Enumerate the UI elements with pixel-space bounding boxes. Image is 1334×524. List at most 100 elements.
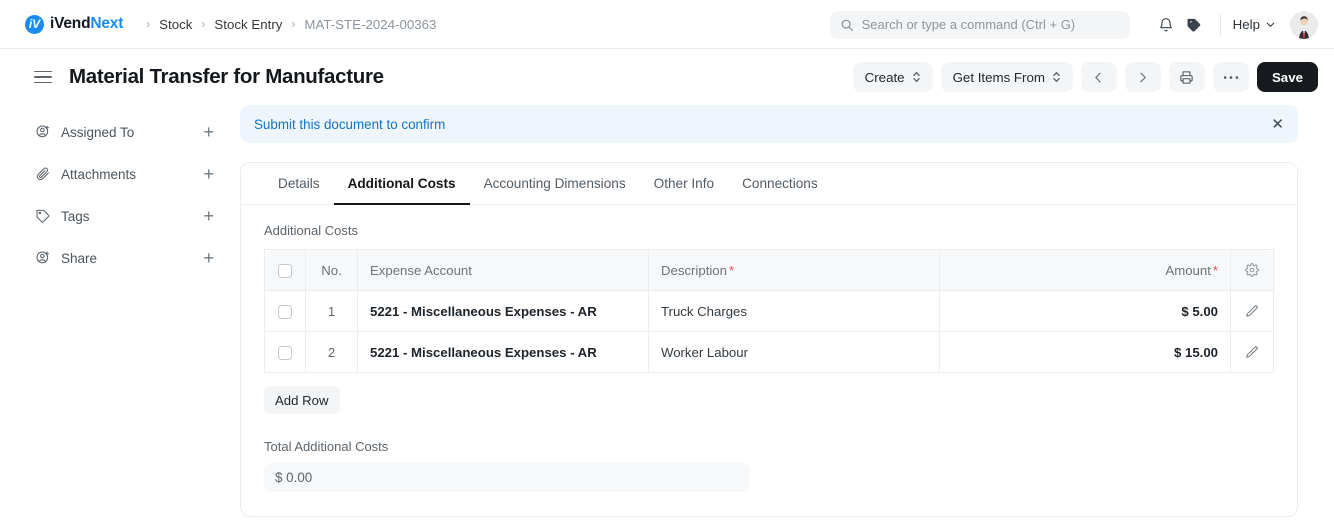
- tab-accounting-dimensions[interactable]: Accounting Dimensions: [470, 163, 640, 205]
- row-number: 1: [305, 290, 358, 332]
- bell-icon: [1158, 17, 1174, 33]
- row-number: 2: [305, 331, 358, 373]
- user-plus-icon: [34, 124, 51, 140]
- global-search[interactable]: [829, 10, 1130, 39]
- get-items-from-button[interactable]: Get Items From: [940, 62, 1073, 92]
- help-menu[interactable]: Help: [1233, 17, 1276, 32]
- cell-expense-account[interactable]: 5221 - Miscellaneous Expenses - AR: [357, 331, 649, 373]
- sidebar-item-tags[interactable]: Tags +: [34, 195, 214, 237]
- save-button[interactable]: Save: [1256, 62, 1318, 92]
- alert-message: Submit this document to confirm: [254, 116, 446, 132]
- avatar[interactable]: [1290, 10, 1318, 39]
- tag-icon: [34, 208, 51, 224]
- total-additional-costs-input[interactable]: [264, 463, 750, 492]
- tab-connections[interactable]: Connections: [728, 163, 832, 205]
- close-icon[interactable]: ✕: [1271, 117, 1284, 132]
- add-share-button[interactable]: +: [203, 249, 214, 267]
- chevron-down-icon: [1265, 19, 1276, 30]
- form-tabs: Details Additional Costs Accounting Dime…: [241, 163, 1297, 205]
- page-body: Assigned To + Attachments + Tags + Share…: [0, 105, 1334, 517]
- column-header-description: Description *: [648, 249, 940, 291]
- gear-icon[interactable]: [1231, 263, 1273, 277]
- sidebar-item-share[interactable]: Share +: [34, 237, 214, 279]
- breadcrumb-separator-2: ›: [201, 17, 206, 31]
- create-button-label: Create: [864, 69, 905, 85]
- sidebar-item-assigned-to[interactable]: Assigned To +: [34, 111, 214, 153]
- add-attachment-button[interactable]: +: [203, 165, 214, 183]
- tag-icon: [1186, 17, 1202, 33]
- table-header: No. Expense Account Description * Amount *: [264, 249, 1274, 291]
- table-row[interactable]: 1 5221 - Miscellaneous Expenses - AR Tru…: [264, 290, 1274, 332]
- sidebar-item-label: Assigned To: [61, 124, 135, 140]
- pencil-icon[interactable]: [1231, 304, 1273, 318]
- row-select-cell[interactable]: [264, 331, 306, 373]
- paperclip-icon: [34, 166, 51, 182]
- help-label: Help: [1232, 17, 1260, 32]
- notifications-button[interactable]: [1152, 11, 1180, 39]
- updown-icon: [1052, 70, 1061, 84]
- sidebar-item-label: Tags: [61, 208, 90, 224]
- navbar-right-group: Help: [829, 0, 1318, 49]
- add-assigned-to-button[interactable]: +: [203, 123, 214, 141]
- cell-amount[interactable]: $ 15.00: [939, 331, 1231, 373]
- user-plus-icon: [34, 250, 51, 266]
- additional-costs-heading: Additional Costs: [264, 223, 358, 238]
- row-edit-cell[interactable]: [1230, 331, 1274, 373]
- column-header-amount: Amount *: [939, 249, 1231, 291]
- breadcrumb-separator-3: ›: [291, 17, 296, 31]
- row-checkbox[interactable]: [278, 345, 292, 360]
- print-button[interactable]: [1168, 62, 1205, 92]
- table-header-row: No. Expense Account Description * Amount *: [264, 249, 1274, 291]
- row-select-cell[interactable]: [264, 290, 306, 332]
- required-marker: *: [728, 262, 735, 278]
- breadcrumb-item-document-id: MAT-STE-2024-00363: [304, 16, 437, 32]
- sidebar-item-label: Share: [61, 250, 98, 266]
- page-title: Material Transfer for Manufacture: [69, 65, 384, 88]
- tab-details[interactable]: Details: [264, 163, 334, 205]
- user-avatar-icon: [1290, 10, 1318, 39]
- tab-other-info[interactable]: Other Info: [640, 163, 728, 205]
- breadcrumb-item-stock[interactable]: Stock: [159, 15, 192, 34]
- row-checkbox[interactable]: [278, 304, 292, 319]
- previous-document-button[interactable]: [1080, 62, 1117, 92]
- select-all-checkbox[interactable]: [278, 263, 292, 278]
- breadcrumb: › Stock › Stock Entry › MAT-STE-2024-003…: [137, 15, 436, 34]
- sidebar-item-attachments[interactable]: Attachments +: [34, 153, 214, 195]
- chevron-left-icon: [1092, 71, 1105, 84]
- more-options-button[interactable]: [1212, 62, 1249, 92]
- table-row[interactable]: 2 5221 - Miscellaneous Expenses - AR Wor…: [264, 331, 1274, 373]
- breadcrumb-item-stock-entry[interactable]: Stock Entry: [214, 15, 282, 34]
- column-header-description-label: Description: [661, 262, 727, 278]
- chevron-right-icon: [1136, 71, 1149, 84]
- get-items-from-label: Get Items From: [952, 69, 1045, 85]
- brand-name-part2: Next: [90, 15, 124, 32]
- column-header-amount-label: Amount: [1165, 262, 1211, 278]
- ivendnext-logo-icon: iV: [25, 14, 44, 34]
- required-marker: *: [1212, 262, 1218, 278]
- ellipsis-icon: [1223, 75, 1239, 80]
- tab-additional-costs[interactable]: Additional Costs: [333, 163, 470, 205]
- breadcrumb-separator-1: ›: [146, 17, 151, 31]
- search-input[interactable]: [861, 17, 1120, 32]
- hamburger-icon[interactable]: [34, 70, 52, 84]
- create-button[interactable]: Create: [852, 62, 933, 92]
- form-card: Details Additional Costs Accounting Dime…: [240, 162, 1298, 517]
- cell-description[interactable]: Truck Charges: [648, 290, 940, 332]
- additional-costs-panel: Additional Costs No. Expense Account Des…: [241, 205, 1297, 516]
- brand-name-part1: iVend: [50, 15, 91, 32]
- next-document-button[interactable]: [1124, 62, 1161, 92]
- cell-expense-account[interactable]: 5221 - Miscellaneous Expenses - AR: [357, 290, 649, 332]
- cell-description[interactable]: Worker Labour: [648, 331, 940, 373]
- row-edit-cell[interactable]: [1230, 290, 1274, 332]
- brand-logo-group[interactable]: iV iVendNext: [25, 14, 124, 34]
- pencil-icon[interactable]: [1231, 345, 1273, 359]
- column-settings-header[interactable]: [1230, 249, 1274, 291]
- cell-amount[interactable]: $ 5.00: [939, 290, 1231, 332]
- tag-button[interactable]: [1180, 11, 1208, 39]
- select-all-header[interactable]: [264, 249, 306, 291]
- add-row-button[interactable]: Add Row: [264, 386, 340, 414]
- updown-icon: [912, 70, 921, 84]
- add-tag-button[interactable]: +: [203, 207, 214, 225]
- main-content: Submit this document to confirm ✕ Detail…: [240, 105, 1334, 517]
- navbar-divider: [1219, 13, 1221, 36]
